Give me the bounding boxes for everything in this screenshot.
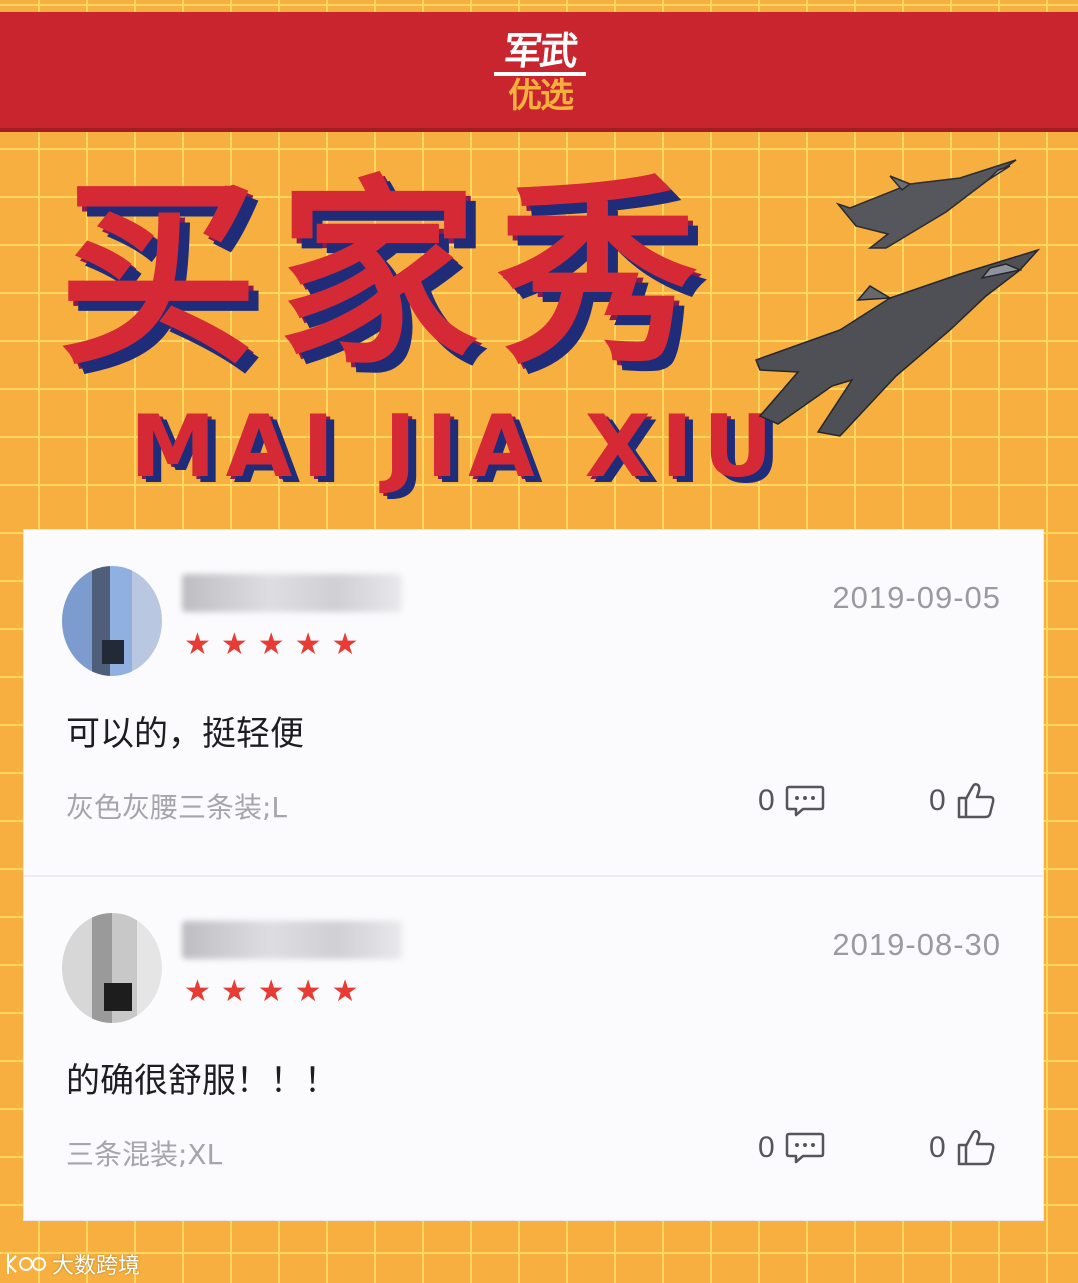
star-rating: ★★★★★	[184, 627, 369, 662]
watermark-logo-icon	[7, 1254, 46, 1274]
reviewer-name-blurred	[182, 921, 402, 959]
watermark: 大数跨境	[4, 1248, 140, 1280]
avatar	[62, 913, 162, 1023]
review-comment: 的确很舒服！！！	[66, 1061, 338, 1101]
reply-button[interactable]: 0	[758, 1131, 825, 1165]
like-button[interactable]: 0	[929, 1129, 996, 1167]
review-date: 2019-08-30	[832, 927, 1001, 962]
avatar	[62, 566, 162, 676]
comment-bubble-icon	[785, 785, 824, 817]
review-comment: 可以的，挺轻便	[66, 714, 304, 754]
fighter-jet-small	[835, 159, 1017, 249]
watermark-text: 大数跨境	[52, 1254, 141, 1279]
thumbs-up-icon	[957, 1129, 995, 1166]
reply-button[interactable]: 0	[758, 784, 825, 818]
like-count: 0	[929, 1131, 946, 1164]
reply-count: 0	[758, 1131, 775, 1164]
like-button[interactable]: 0	[929, 782, 996, 820]
brand-logo: 军武 优选	[490, 29, 590, 116]
product-variant: 三条混装;XL	[66, 1138, 223, 1171]
star-rating: ★★★★★	[184, 974, 369, 1009]
reply-count: 0	[758, 784, 775, 817]
logo-bottom-text: 优选	[508, 76, 574, 116]
review-item: ★★★★★ 2019-08-30 的确很舒服！！！ 三条混装;XL 0 0	[24, 875, 1043, 1222]
fighter-jet-large	[755, 248, 1040, 437]
thumbs-up-icon	[957, 782, 995, 819]
comment-bubble-icon	[785, 1132, 824, 1164]
top-banner: 军武 优选	[0, 12, 1078, 128]
fighter-jets-illustration	[755, 159, 1040, 437]
reviewer-name-blurred	[182, 574, 402, 612]
logo-top-text: 军武	[501, 29, 579, 73]
review-item: ★★★★★ 2019-09-05 可以的，挺轻便 灰色灰腰三条装;L 0 0	[24, 530, 1043, 875]
like-count: 0	[929, 784, 946, 817]
reviews-card: ★★★★★ 2019-09-05 可以的，挺轻便 灰色灰腰三条装;L 0 0 ★…	[24, 530, 1043, 1220]
banner-title-chinese: 买家秀	[58, 159, 719, 392]
product-variant: 灰色灰腰三条装;L	[66, 791, 288, 824]
review-date: 2019-09-05	[832, 580, 1001, 615]
banner-title-pinyin: MAI JIA XIU	[130, 397, 783, 497]
